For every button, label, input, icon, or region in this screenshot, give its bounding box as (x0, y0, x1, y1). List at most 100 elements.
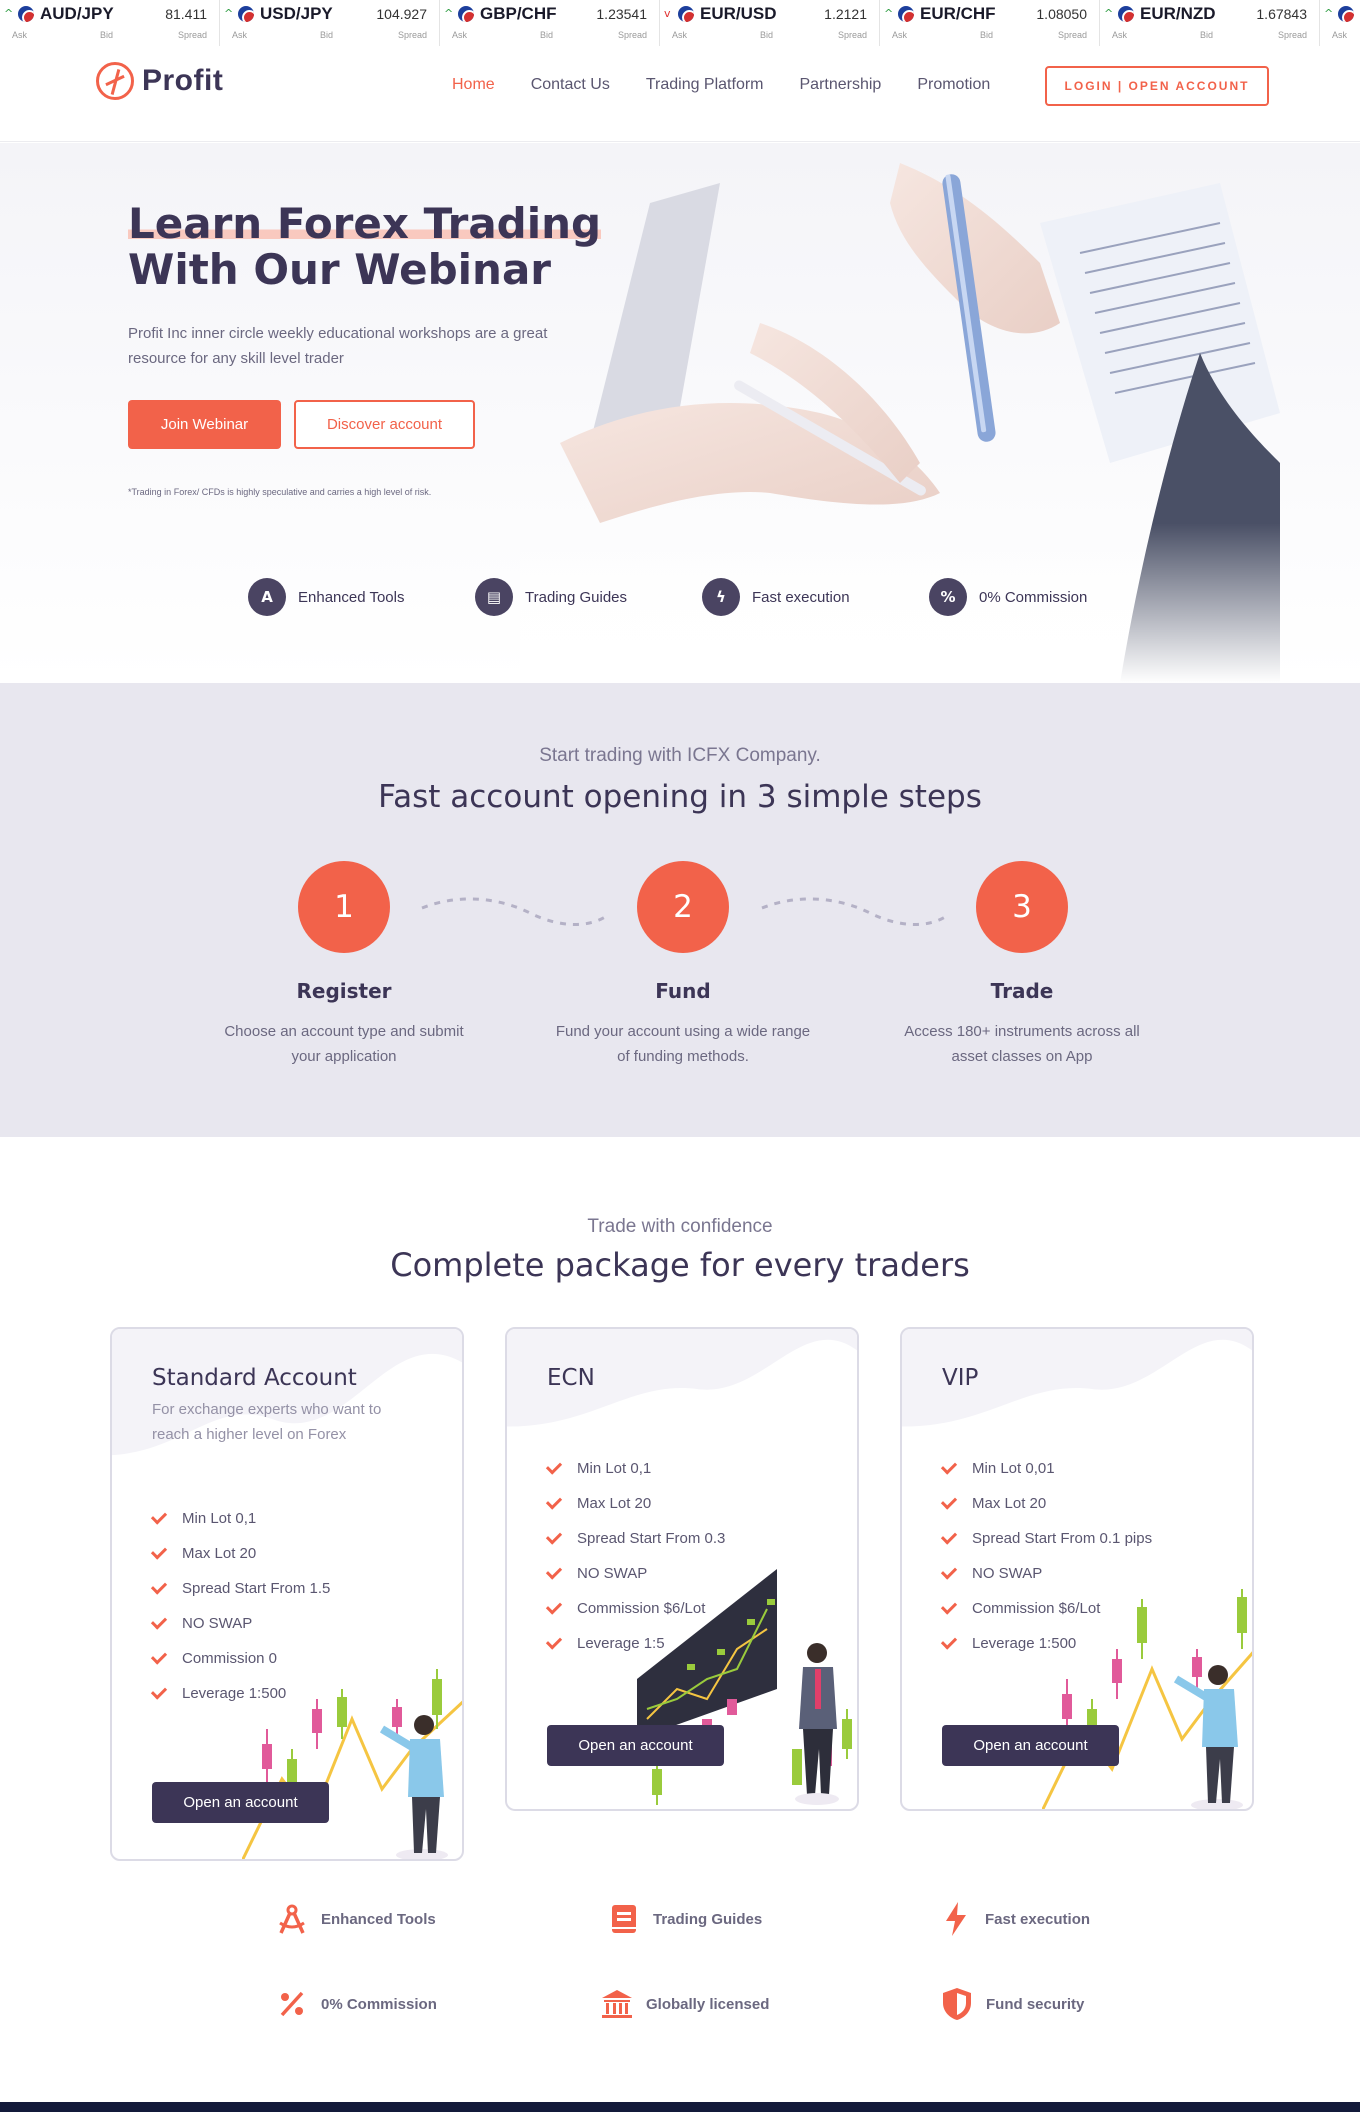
list-item-label: Spread Start From 0.3 (577, 1530, 726, 1547)
bolt-icon: ϟ (702, 578, 740, 616)
nav-promotion[interactable]: Promotion (917, 76, 990, 94)
vip-account-card: VIP Min Lot 0,01 Max Lot 20 Spread Start… (900, 1327, 1254, 1811)
open-account-button[interactable]: Open an account (942, 1725, 1119, 1766)
step-title: Trade (990, 979, 1054, 1003)
check-icon (150, 1508, 168, 1525)
join-webinar-button[interactable]: Join Webinar (128, 400, 281, 449)
ticker-item[interactable]: ^ GBP/CHF 1.23541 Ask Bid Spread (440, 0, 660, 46)
up-arrow-icon: ^ (444, 7, 454, 20)
step-number: 2 (637, 861, 729, 953)
step-description: Access 180+ instruments across all asset… (904, 1023, 1140, 1065)
ticker-ask-label: Ask (232, 30, 248, 40)
book-icon (607, 1902, 641, 1936)
up-arrow-icon: ^ (224, 7, 234, 20)
check-icon (940, 1493, 958, 1510)
check-icon (545, 1563, 563, 1580)
ticker-ask-label: Ask (452, 30, 468, 40)
flag-icon (458, 6, 474, 22)
list-item: Spread Start From 0.3 (545, 1521, 726, 1556)
trading-screen-illustration (637, 1569, 852, 1805)
main-nav: Home Contact Us Trading Platform Partner… (452, 76, 990, 94)
card-title: ECN (547, 1365, 595, 1391)
flag-icon (18, 6, 34, 22)
ecn-account-card: ECN Min Lot 0,1 Max Lot 20 Spread Start … (505, 1327, 859, 1811)
check-icon (940, 1598, 958, 1615)
discover-account-button[interactable]: Discover account (294, 400, 475, 449)
feature-fund-security: Fund security (940, 1987, 1084, 2021)
trader-chart-illustration (1042, 1589, 1252, 1809)
ticker-item[interactable]: ^ EUR/NZD 1.67843 Ask Bid Spread (1100, 0, 1320, 46)
check-icon (150, 1613, 168, 1630)
check-icon (150, 1578, 168, 1595)
flag-icon (1118, 6, 1134, 22)
book-icon: ▤ (475, 578, 513, 616)
ticker-bid-label: Bid (320, 30, 334, 40)
step-fund: 2 Fund Fund your account using a wide ra… (533, 861, 833, 1069)
list-item: Max Lot 20 (150, 1536, 330, 1571)
logo[interactable]: Profit (96, 62, 223, 100)
feature-zero-commission: 0% Commission (275, 1987, 437, 2021)
ticker-spread-label: Spread (397, 30, 427, 40)
ticker-pair: EUR/CHF (920, 4, 996, 23)
feature-trading-guides: Trading Guides (607, 1902, 762, 1936)
ticker-spread-label: Spread (1057, 30, 1087, 40)
flag-icon (898, 6, 914, 22)
hero-feature-list: A Enhanced Tools ▤ Trading Guides ϟ Fast… (248, 578, 1156, 616)
steps-section: Start trading with ICFX Company. Fast ac… (0, 683, 1360, 1137)
open-account-button[interactable]: Open an account (152, 1782, 329, 1823)
card-description: For exchange experts who want to reach a… (152, 1401, 382, 1443)
up-arrow-icon: ^ (884, 7, 894, 20)
hero-feature: ▤ Trading Guides (475, 578, 702, 616)
ticker-price: 104.927 (376, 6, 427, 22)
ticker-spread-label: Spread (1277, 30, 1307, 40)
hero-feature: A Enhanced Tools (248, 578, 475, 616)
list-item: Spread Start From 1.5 (150, 1571, 330, 1606)
shield-icon (940, 1987, 974, 2021)
ticker-price: 1.67843 (1256, 6, 1307, 22)
feature-fast-execution: Fast execution (939, 1902, 1090, 1936)
list-item-label: Max Lot 20 (577, 1495, 652, 1512)
list-item-label: Max Lot 20 (182, 1545, 257, 1562)
check-icon (940, 1458, 958, 1475)
logo-text: Profit (142, 64, 224, 97)
ticker-item[interactable]: ^ AUD/JPY 81.411 Ask Bid Spread (0, 0, 220, 46)
risk-disclaimer: *Trading in Forex/ CFDs is highly specul… (128, 487, 432, 497)
login-open-account-button[interactable]: LOGIN | OPEN ACCOUNT (1045, 66, 1269, 106)
hero-feature: ϟ Fast execution (702, 578, 929, 616)
nav-trading-platform[interactable]: Trading Platform (646, 76, 764, 94)
list-item-label: Min Lot 0,01 (972, 1460, 1055, 1477)
bank-icon (600, 1987, 634, 2021)
hero-title: Learn Forex Trading With Our Webinar (128, 199, 688, 293)
ticker-bid-label: Bid (980, 30, 994, 40)
step-description: Fund your account using a wide range of … (555, 1023, 811, 1065)
flag-icon (1338, 6, 1354, 22)
hero-feature-label: Enhanced Tools (298, 588, 405, 606)
nav-partnership[interactable]: Partnership (800, 76, 882, 94)
hero-feature: % 0% Commission (929, 578, 1156, 616)
check-icon (545, 1633, 563, 1650)
step-number: 3 (976, 861, 1068, 953)
hero-feature-label: Trading Guides (525, 588, 627, 606)
ticker-ask-label: Ask (1112, 30, 1128, 40)
nav-contact-us[interactable]: Contact Us (531, 76, 610, 94)
price-ticker: ^ AUD/JPY 81.411 Ask Bid Spread ^ USD/JP… (0, 0, 1360, 46)
ticker-item[interactable]: ^ USD/JPY 104.927 Ask Bid Spread (220, 0, 440, 46)
list-item: Min Lot 0,1 (150, 1501, 330, 1536)
ticker-item[interactable]: ^ Ask (1320, 0, 1360, 46)
check-icon (940, 1563, 958, 1580)
steps-heading: Fast account opening in 3 simple steps (378, 779, 982, 815)
list-item-label: Spread Start From 0.1 pips (972, 1530, 1153, 1547)
check-icon (545, 1528, 563, 1545)
feature-label: Globally licensed (646, 1995, 770, 2013)
open-account-button[interactable]: Open an account (547, 1725, 724, 1766)
percent-icon: % (929, 578, 967, 616)
ticker-item[interactable]: v EUR/USD 1.2121 Ask Bid Spread (660, 0, 880, 46)
ticker-item[interactable]: ^ EUR/CHF 1.08050 Ask Bid Spread (880, 0, 1100, 46)
packages-heading: Complete package for every traders (390, 1246, 970, 1284)
compass-icon (275, 1902, 309, 1936)
card-title: Standard Account (152, 1365, 357, 1391)
list-item: Max Lot 20 (940, 1486, 1152, 1521)
footer-bar (0, 2102, 1360, 2112)
list-item-label: Min Lot 0,1 (182, 1510, 257, 1527)
nav-home[interactable]: Home (452, 76, 495, 94)
